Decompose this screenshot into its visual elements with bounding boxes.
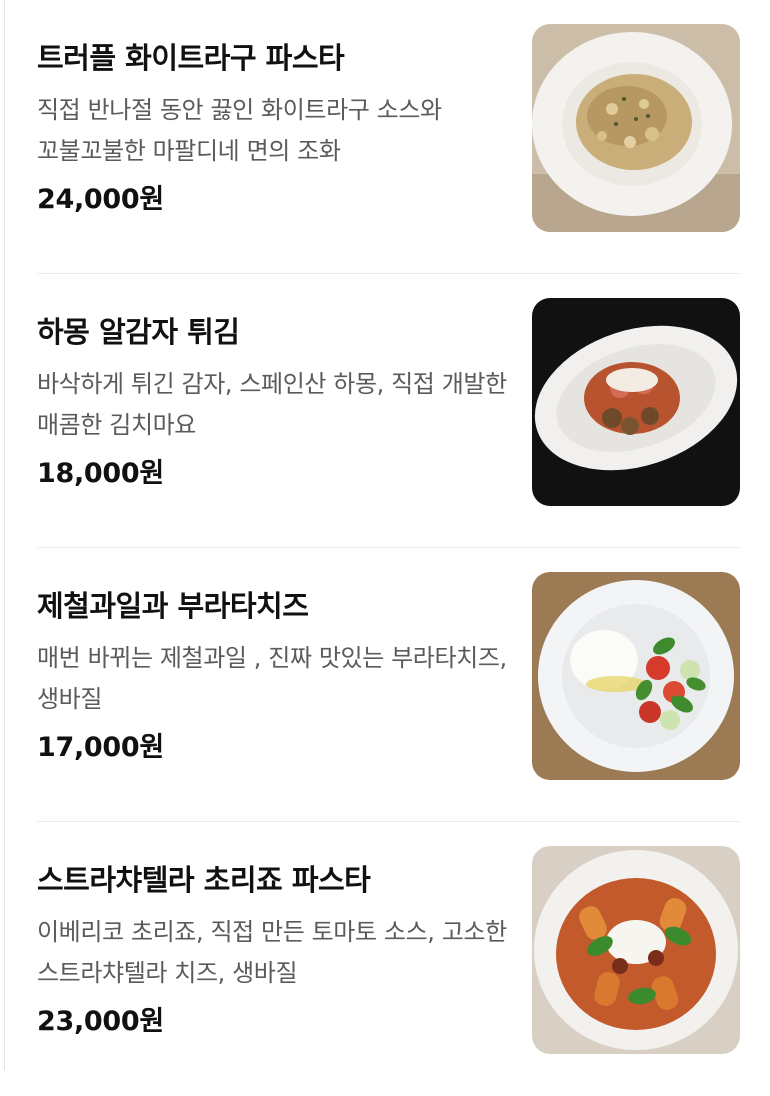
- menu-item-price: 23,000원: [37, 1006, 164, 1037]
- menu-item[interactable]: 하몽 알감자 튀김 바삭하게 튀긴 감자, 스페인산 하몽, 직접 개발한 매콤…: [37, 274, 740, 548]
- menu-item-price: 17,000원: [37, 732, 164, 763]
- menu-item-description: 직접 반나절 동안 끓인 화이트라구 소스와 꼬불꼬불한 마팔디네 면의 조화: [37, 96, 442, 165]
- menu-item-photo[interactable]: [532, 846, 740, 1054]
- left-border: [4, 0, 5, 1070]
- menu-item-description: 바삭하게 튀긴 감자, 스페인산 하몽, 직접 개발한 매콤한 김치마요: [37, 370, 507, 439]
- menu-item-name: 하몽 알감자 튀김: [37, 315, 240, 349]
- menu-item[interactable]: 스트라챠텔라 초리죠 파스타 이베리코 초리죠, 직접 만든 토마토 소스, 고…: [37, 822, 740, 1096]
- menu-item-info: 스트라챠텔라 초리죠 파스타 이베리코 초리죠, 직접 만든 토마토 소스, 고…: [37, 860, 507, 1040]
- menu-item[interactable]: 트러플 화이트라구 파스타 직접 반나절 동안 끓인 화이트라구 소스와 꼬불꼬…: [37, 0, 740, 274]
- menu-item-photo[interactable]: [532, 572, 740, 780]
- menu-item-info: 하몽 알감자 튀김 바삭하게 튀긴 감자, 스페인산 하몽, 직접 개발한 매콤…: [37, 312, 507, 492]
- menu-item-description: 이베리코 초리죠, 직접 만든 토마토 소스, 고소한 스트라챠텔라 치즈, 생…: [37, 918, 507, 987]
- menu-list: 트러플 화이트라구 파스타 직접 반나절 동안 끓인 화이트라구 소스와 꼬불꼬…: [37, 0, 740, 1096]
- menu-item-description: 매번 바뀌는 제철과일 , 진짜 맛있는 부라타치즈, 생바질: [37, 644, 507, 713]
- menu-item[interactable]: 제철과일과 부라타치즈 매번 바뀌는 제철과일 , 진짜 맛있는 부라타치즈, …: [37, 548, 740, 822]
- menu-item-name: 트러플 화이트라구 파스타: [37, 41, 345, 75]
- menu-item-photo[interactable]: [532, 24, 740, 232]
- menu-item-name: 제철과일과 부라타치즈: [37, 589, 309, 623]
- menu-item-name: 스트라챠텔라 초리죠 파스타: [37, 863, 371, 897]
- menu-item-photo[interactable]: [532, 298, 740, 506]
- menu-item-price: 24,000원: [37, 184, 164, 215]
- menu-item-price: 18,000원: [37, 458, 164, 489]
- menu-item-info: 트러플 화이트라구 파스타 직접 반나절 동안 끓인 화이트라구 소스와 꼬불꼬…: [37, 38, 507, 218]
- menu-item-info: 제철과일과 부라타치즈 매번 바뀌는 제철과일 , 진짜 맛있는 부라타치즈, …: [37, 586, 507, 766]
